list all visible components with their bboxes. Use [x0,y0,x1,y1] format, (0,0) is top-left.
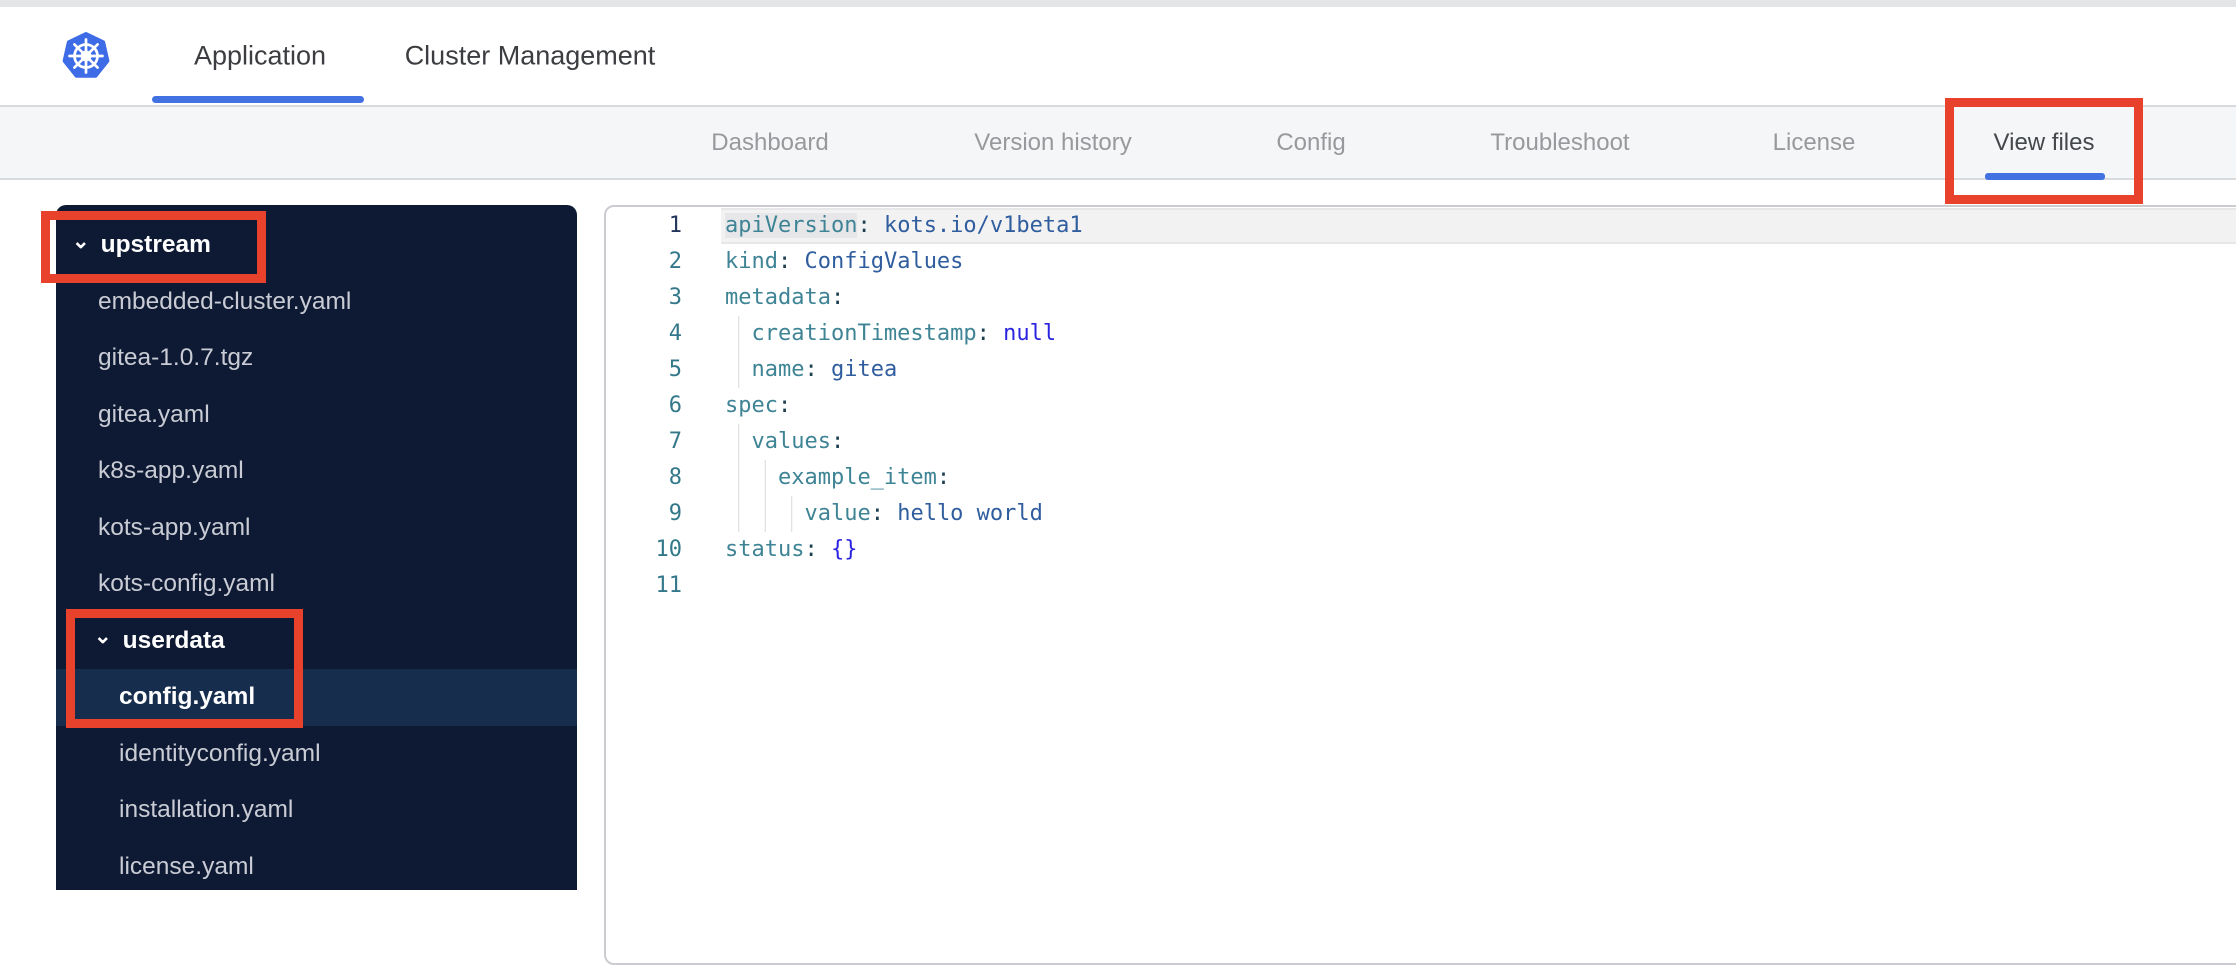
tab-application[interactable]: Application [194,41,326,72]
line-number: 2 [668,249,682,274]
line-number: 3 [668,285,682,310]
tab-dashboard[interactable]: Dashboard [711,129,828,157]
tab-view-files[interactable]: View files [1994,129,2095,157]
file-tree-file-embedded-cluster-yaml[interactable]: embedded-cluster.yaml [56,274,577,331]
code-text: example_item: [682,460,2236,496]
active-tab-underline [152,96,364,103]
file-viewer[interactable]: 1 apiVersion: kots.io/v1beta1 2 kind: Confi… [604,205,2236,965]
file-tree-file-gitea-1-0-7-tgz[interactable]: gitea-1.0.7.tgz [56,330,577,387]
code-line-4[interactable]: 4 creationTimestamp: null [606,316,2236,352]
code-text: creationTimestamp: null [682,316,2236,352]
line-number: 1 [668,213,682,238]
file-tree-item-label: gitea.yaml [98,400,210,428]
file-tree-item-label: config.yaml [119,683,256,711]
code-line-9[interactable]: 9 value: hello world [606,496,2236,532]
chevron-down-icon: ⌄ [94,625,112,649]
file-tree-file-kots-app-yaml[interactable]: kots-app.yaml [56,500,577,557]
view-files-underline [1985,173,2105,180]
tab-license[interactable]: License [1773,129,1856,157]
code-line-1[interactable]: 1 apiVersion: kots.io/v1beta1 [606,208,2236,244]
code-lines: 1 apiVersion: kots.io/v1beta1 2 kind: Confi… [606,207,2236,604]
line-number: 11 [655,573,683,598]
code-line-7[interactable]: 7 values: [606,424,2236,460]
tab-cluster-management[interactable]: Cluster Management [405,41,656,72]
indent-guides [725,496,805,532]
file-tree-item-label: kots-config.yaml [98,570,276,598]
file-tree-item-label: upstream [100,231,211,259]
code-text: metadata: [725,285,845,310]
file-tree-file-kots-config-yaml[interactable]: kots-config.yaml [56,556,577,613]
file-tree-file-identityconfig-yaml[interactable]: identityconfig.yaml [56,726,577,783]
tab-troubleshoot[interactable]: Troubleshoot [1490,129,1629,157]
app-subnav: Dashboard Version history Config Trouble… [0,105,2236,180]
line-number: 8 [668,465,682,490]
code-text: status: {} [725,537,858,562]
file-tree-item-label: installation.yaml [119,796,294,824]
code-text: name: gitea [682,352,2236,388]
app-header: Application Cluster Management [0,7,2236,105]
tab-config[interactable]: Config [1276,129,1345,157]
ship-wheel-icon [68,38,104,74]
code-line-11[interactable]: 11 [606,568,2236,604]
code-line-10[interactable]: 10 status: {} [606,532,2236,568]
file-tree-sidebar[interactable]: ⌄ upstream embedded-cluster.yaml gitea-1.0.… [56,205,577,890]
kubernetes-logo [62,32,110,78]
indent-guides [725,316,752,352]
file-tree-file-config-yaml[interactable]: config.yaml [56,669,577,726]
file-tree-item-label: license.yaml [119,852,254,880]
code-line-2[interactable]: 2 kind: ConfigValues [606,244,2236,280]
code-text: spec: [725,393,792,418]
code-line-3[interactable]: 3 metadata: [606,280,2236,316]
file-tree: ⌄ upstream embedded-cluster.yaml gitea-1.0.… [56,205,577,890]
file-tree-folder-userdata[interactable]: ⌄ userdata [56,613,577,670]
file-tree-file-installation-yaml[interactable]: installation.yaml [56,782,577,839]
tab-version-history[interactable]: Version history [974,129,1131,157]
file-tree-file-gitea-yaml[interactable]: gitea.yaml [56,387,577,444]
code-line-5[interactable]: 5 name: gitea [606,352,2236,388]
code-text: values: [682,424,2236,460]
code-text: apiVersion: kots.io/v1beta1 [682,208,2236,244]
line-number: 9 [668,501,682,526]
line-number: 6 [668,393,682,418]
indent-guides [725,352,752,388]
line-number: 4 [668,321,682,346]
file-tree-folder-upstream[interactable]: ⌄ upstream [56,217,577,274]
indent-guides [725,424,752,460]
file-tree-item-label: userdata [122,626,225,654]
file-tree-item-label: embedded-cluster.yaml [98,287,352,315]
line-number: 5 [668,357,682,382]
code-text: kind: ConfigValues [725,249,964,274]
top-strip [0,0,2236,7]
code-line-8[interactable]: 8 example_item: [606,460,2236,496]
file-tree-item-label: identityconfig.yaml [119,739,321,767]
indent-guides [725,460,778,496]
file-tree-file-k8s-app-yaml[interactable]: k8s-app.yaml [56,443,577,500]
line-number: 7 [668,429,682,454]
chevron-down-icon: ⌄ [72,229,90,253]
code-text: value: hello world [682,496,2236,532]
file-tree-item-label: kots-app.yaml [98,513,251,541]
file-tree-item-label: k8s-app.yaml [98,457,244,485]
file-tree-item-label: gitea-1.0.7.tgz [98,344,254,372]
code-line-6[interactable]: 6 spec: [606,388,2236,424]
line-number: 10 [655,537,683,562]
file-tree-file-license-yaml[interactable]: license.yaml [56,839,577,891]
